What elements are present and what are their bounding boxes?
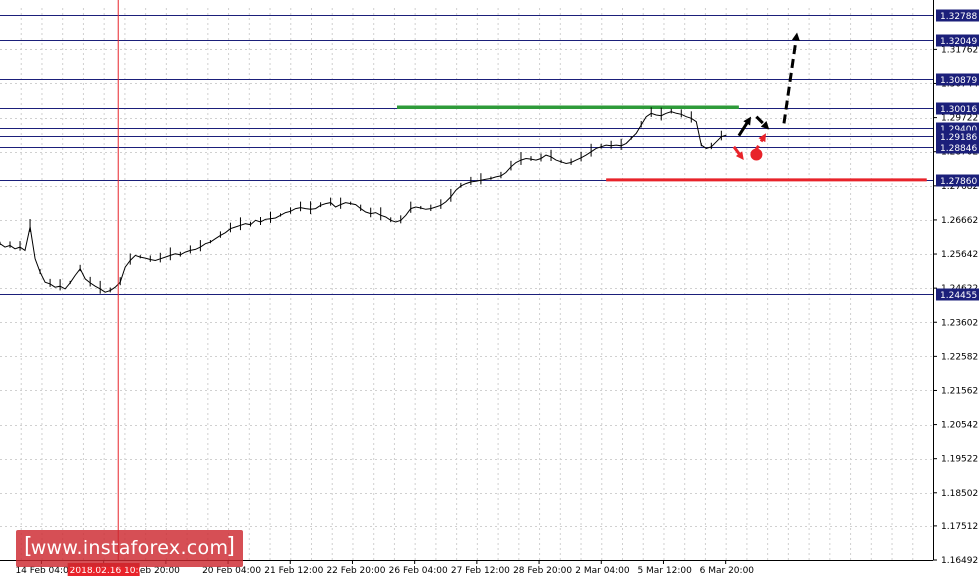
x-tick-label: 14 Feb 04:00 <box>15 566 74 576</box>
y-tick-label: 1.21562 <box>941 386 978 396</box>
y-tick-label: 1.22582 <box>941 352 978 362</box>
level-price-tag: 1.28846 <box>936 141 979 154</box>
watermark-badge: [ www.instaforex.com ] <box>16 530 243 567</box>
y-tick-label: 1.17512 <box>941 522 978 532</box>
x-tick-label: 22 Feb 20:00 <box>326 566 385 576</box>
y-tick-label: 1.23602 <box>941 318 978 328</box>
x-tick-label: 21 Feb 12:00 <box>264 566 323 576</box>
x-tick-label: eb 20:00 <box>140 566 180 576</box>
cursor-date-label: 2018.02.16 10:00 <box>70 566 151 576</box>
x-tick-label: 26 Feb 04:00 <box>389 566 448 576</box>
y-tick-label: 1.18502 <box>941 489 978 499</box>
level-tag-label: 1.30879 <box>940 76 977 86</box>
y-tick-label: 1.26662 <box>941 216 978 226</box>
x-tick-label: 6 Mar 20:00 <box>700 566 755 576</box>
y-tick-label: 1.20542 <box>941 421 978 431</box>
level-tag-label: 1.28846 <box>940 144 977 154</box>
watermark-text: www.instaforex.com <box>30 537 229 559</box>
x-tick-label: 2 Mar 04:00 <box>575 566 630 576</box>
y-tick-label: 1.16492 <box>941 556 978 566</box>
level-tag-label: 1.30016 <box>940 105 977 115</box>
level-tag-label: 1.32788 <box>940 12 977 22</box>
level-tag-label: 1.24455 <box>940 291 977 301</box>
y-tick-label: 1.29722 <box>941 114 978 124</box>
x-tick-label: 28 Feb 20:00 <box>513 566 572 576</box>
y-tick-label: 1.19522 <box>941 455 978 465</box>
x-tick-label: 5 Mar 12:00 <box>637 566 692 576</box>
level-price-tag: 1.32049 <box>936 34 979 47</box>
level-price-tag: 1.32788 <box>936 9 979 22</box>
level-tag-label: 1.27860 <box>940 177 977 187</box>
y-tick-label: 1.25642 <box>941 250 978 260</box>
right-bracket-icon: ] <box>226 534 235 559</box>
level-price-tag: 1.24455 <box>936 288 979 301</box>
level-price-tag: 1.30016 <box>936 102 979 115</box>
level-price-tag: 1.29186 <box>936 130 979 143</box>
level-price-tag: 1.30879 <box>936 73 979 86</box>
marker-point <box>750 148 763 161</box>
level-tag-label: 1.32049 <box>940 37 977 47</box>
price-chart[interactable]: 1.317621.307441.297221.287021.276821.266… <box>0 0 979 580</box>
x-tick-label: 20 Feb 04:00 <box>202 566 261 576</box>
x-tick-label: 27 Feb 12:00 <box>451 566 510 576</box>
level-price-tag: 1.27860 <box>936 174 979 187</box>
